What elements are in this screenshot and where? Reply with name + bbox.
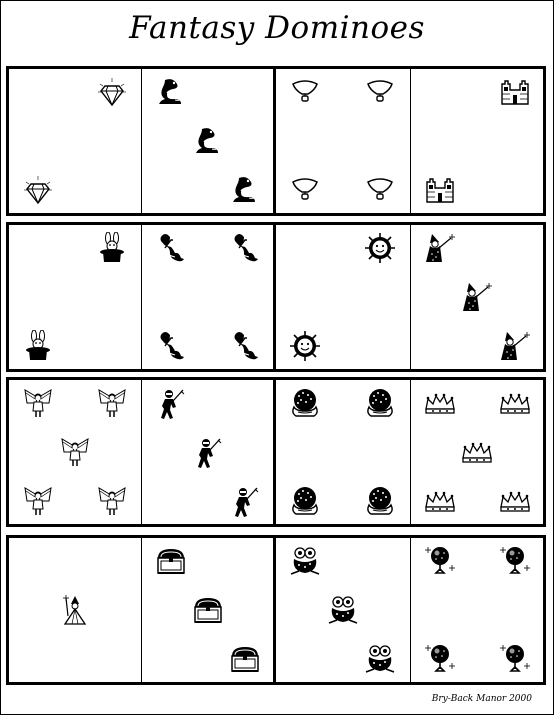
- sun-face-icon: [289, 330, 321, 362]
- fairy-icon: [96, 485, 128, 517]
- fairy-icon: [96, 387, 128, 419]
- domino-row: [6, 535, 546, 685]
- domino-half-right: [141, 225, 274, 369]
- sun-face-icon: [364, 232, 396, 264]
- balloon-icon: [364, 174, 396, 206]
- domino-half-right: [141, 538, 274, 682]
- magic-orb-icon: [499, 643, 531, 675]
- wizard-icon: [499, 330, 531, 362]
- frog-icon: [364, 643, 396, 675]
- domino-tile: [276, 225, 543, 369]
- frog-icon: [327, 594, 359, 626]
- sorcerer-icon: [59, 594, 91, 626]
- domino-tile: [9, 225, 276, 369]
- domino-tile: [276, 69, 543, 213]
- wizard-icon: [461, 281, 493, 313]
- domino-half-right: [409, 69, 545, 213]
- domino-half-left: [276, 538, 410, 682]
- domino-half-right: [141, 69, 274, 213]
- dragon-icon: [192, 125, 224, 157]
- crown-icon: [461, 436, 493, 468]
- crown-icon: [499, 387, 531, 419]
- domino-half-right: [141, 380, 274, 524]
- domino-tile: [9, 538, 276, 682]
- domino-half-left: [276, 225, 410, 369]
- treasure-chest-icon: [192, 594, 224, 626]
- domino-half-left: [9, 225, 141, 369]
- dragon-icon: [155, 76, 187, 108]
- crystal-ball-icon: [289, 387, 321, 419]
- crystal-ball-icon: [289, 485, 321, 517]
- ninja-icon: [155, 387, 187, 420]
- crystal-ball-icon: [364, 485, 396, 517]
- balloon-icon: [289, 76, 321, 108]
- fairy-icon: [59, 436, 91, 468]
- domino-row: [6, 222, 546, 372]
- castle-icon: [424, 174, 456, 206]
- mermaid-icon: [155, 330, 187, 362]
- domino-row: [6, 377, 546, 527]
- domino-half-right: [409, 538, 545, 682]
- domino-half-left: [276, 69, 410, 213]
- treasure-chest-icon: [229, 643, 261, 675]
- crown-icon: [424, 485, 456, 517]
- magic-orb-icon: [424, 643, 456, 675]
- mermaid-icon: [229, 330, 261, 362]
- ninja-icon: [229, 485, 261, 517]
- magic-orb-icon: [499, 545, 531, 577]
- domino-half-left: [9, 538, 141, 682]
- rabbit-hat-icon: [96, 232, 128, 264]
- page-title: Fantasy Dominoes: [129, 10, 425, 46]
- domino-half-left: [9, 69, 141, 213]
- balloon-icon: [364, 76, 396, 108]
- frog-icon: [289, 545, 321, 577]
- domino-tile: [9, 380, 276, 524]
- fairy-icon: [22, 387, 54, 419]
- treasure-chest-icon: [155, 545, 187, 577]
- domino-tile: [276, 538, 543, 682]
- crystal-ball-icon: [364, 387, 396, 419]
- credit-text: Bry-Back Manor 2000: [431, 694, 532, 704]
- balloon-icon: [289, 174, 321, 206]
- rabbit-hat-icon: [22, 329, 54, 362]
- dragon-icon: [229, 174, 261, 206]
- domino-half-right: [409, 225, 545, 369]
- diamond-icon: [96, 76, 128, 108]
- domino-half-right: [409, 380, 545, 524]
- domino-tile: [9, 69, 276, 213]
- fairy-icon: [22, 485, 54, 517]
- crown-icon: [499, 485, 531, 517]
- domino-row: [6, 66, 546, 216]
- ninja-icon: [192, 436, 224, 468]
- mermaid-icon: [155, 232, 187, 264]
- domino-half-left: [9, 380, 141, 524]
- crown-icon: [424, 387, 456, 419]
- magic-orb-icon: [424, 545, 456, 577]
- castle-icon: [499, 76, 531, 108]
- domino-half-left: [276, 380, 410, 524]
- domino-tile: [276, 380, 543, 524]
- mermaid-icon: [229, 232, 261, 264]
- diamond-icon: [22, 174, 54, 206]
- wizard-icon: [424, 232, 456, 264]
